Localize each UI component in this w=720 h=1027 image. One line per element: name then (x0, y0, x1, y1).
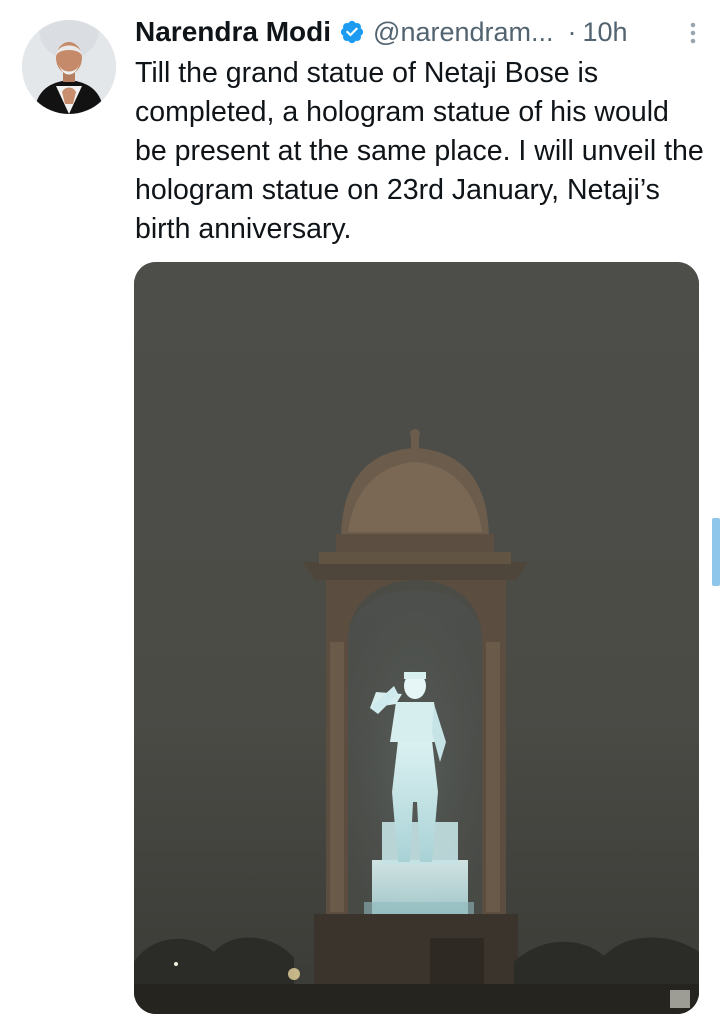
verified-badge-icon (340, 20, 364, 44)
tweet-timestamp[interactable]: 10h (583, 17, 628, 48)
more-vertical-icon[interactable] (686, 22, 700, 44)
tweet[interactable]: Narendra Modi @narendram... · 10h Till t… (0, 0, 720, 1027)
tweet-header: Narendra Modi @narendram... · 10h (135, 12, 700, 52)
author-display-name[interactable]: Narendra Modi (135, 16, 331, 48)
profile-photo-icon (22, 20, 116, 114)
hologram-statue-photo (134, 262, 699, 1014)
avatar[interactable] (22, 20, 116, 114)
scroll-indicator[interactable] (712, 518, 720, 586)
tweet-text: Till the grand statue of Netaji Bose is … (135, 57, 704, 245)
tweet-photo[interactable] (134, 262, 699, 1014)
author-handle[interactable]: @narendram... (373, 17, 553, 48)
separator-dot: · (567, 16, 577, 47)
